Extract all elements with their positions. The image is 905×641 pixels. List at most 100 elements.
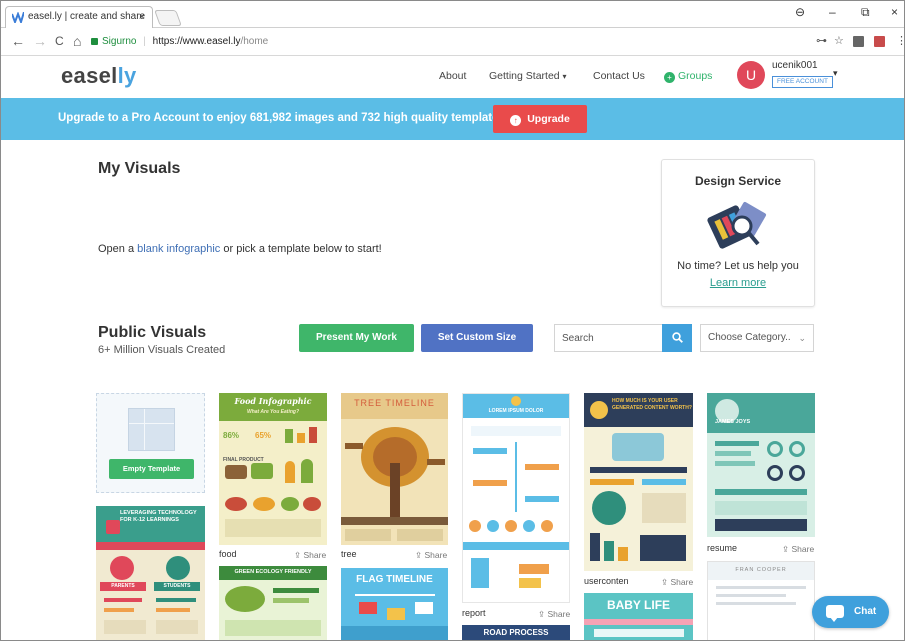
thumb-text-block [397, 529, 443, 541]
empty-template-grid-icon [128, 408, 175, 451]
restore-button[interactable]: ⧉ [861, 5, 870, 20]
forward-icon[interactable]: → [33, 33, 47, 49]
thumb-bar [716, 594, 786, 597]
thumb-bar [715, 441, 759, 446]
template-thumb-report[interactable]: LOREM IPSUM DOLOR [462, 393, 570, 603]
template-thumb-cv[interactable]: FRAN COOPER [707, 561, 815, 640]
tab-close-icon[interactable]: × [139, 7, 145, 27]
share-icon: ⇪ [538, 609, 546, 619]
template-thumb-baby-life[interactable]: BABY LIFE [584, 593, 693, 640]
home-icon[interactable]: ⌂ [73, 33, 81, 49]
username[interactable]: ucenik001 [772, 60, 818, 71]
nav-contact[interactable]: Contact Us [593, 70, 645, 82]
close-window-button[interactable]: × [891, 5, 898, 19]
logo-accent: ly [117, 63, 137, 88]
template-thumb-tree[interactable]: TREE TIMELINE [341, 393, 448, 545]
minimize-button[interactable]: – [829, 5, 836, 19]
share-label: Share [424, 550, 448, 560]
search-button[interactable] [662, 324, 692, 352]
lock-icon [91, 38, 98, 45]
browser-tab[interactable]: easel.ly | create and share × [5, 6, 153, 28]
share-link[interactable]: ⇪ Share [415, 550, 447, 561]
template-thumb-green-ecology[interactable]: GREEN ECOLOGY FRIENDLY [219, 566, 327, 640]
url-path: /home [240, 36, 269, 47]
thumb-bar [473, 448, 507, 454]
chat-label: Chat [854, 606, 877, 617]
set-custom-size-button[interactable]: Set Custom Size [421, 324, 533, 352]
reload-icon[interactable]: C [55, 33, 64, 49]
nav-getting-started[interactable]: Getting Started ▾ [489, 70, 567, 82]
learn-more-link[interactable]: Learn more [662, 277, 814, 289]
share-icon: ⇪ [661, 577, 669, 587]
extension-icon[interactable] [853, 36, 864, 47]
avatar[interactable]: U [737, 61, 765, 89]
category-select[interactable]: Choose Category.. ⌄ [700, 324, 814, 352]
thumb-bar [590, 467, 687, 473]
pie-shape [592, 491, 626, 525]
share-label: Share [547, 609, 571, 619]
easelly-logo[interactable]: easelly [61, 63, 137, 89]
thumb-label: STUDENTS [154, 582, 200, 591]
address-bar: ← → C ⌂ Sigurno | https://www.easel.ly/h… [1, 28, 904, 56]
thumb-bar [156, 608, 190, 612]
browser-window: easel.ly | create and share × ⊖ – ⧉ × ← … [0, 0, 905, 641]
thumb-shape [251, 463, 273, 479]
thumb-divider [463, 542, 569, 550]
timeline-line [515, 442, 517, 512]
key-icon[interactable]: ⊶ [816, 34, 827, 47]
template-caption: report [462, 608, 486, 618]
blank-infographic-link[interactable]: blank infographic [137, 243, 220, 255]
account-badge: FREE ACCOUNT [772, 76, 833, 88]
url-field[interactable]: Sigurno | https://www.easel.ly/home [91, 32, 836, 52]
template-caption: tree [341, 549, 357, 559]
template-thumb-flag-timeline[interactable]: FLAG TIMELINE [341, 568, 448, 640]
tab-strip: easel.ly | create and share × ⊖ – ⧉ × [1, 1, 904, 28]
nav-about[interactable]: About [439, 70, 466, 82]
template-thumb-resume[interactable]: JAMES JOYS [707, 393, 815, 537]
my-visuals-title: My Visuals [98, 160, 181, 177]
share-link[interactable]: ⇪ Share [661, 577, 693, 588]
share-link[interactable]: ⇪ Share [782, 544, 814, 555]
tree-trunk-shape [390, 463, 400, 517]
user-menu-chevron-icon[interactable]: ▾ [833, 68, 838, 79]
select-chevron-icon: ⌄ [798, 333, 806, 343]
empty-template-button[interactable]: Empty Template [109, 459, 194, 479]
thumb-text-block [715, 501, 807, 515]
parents-icon [110, 556, 134, 580]
empty-template-card[interactable]: Empty Template [96, 393, 205, 493]
thumb-text-block [640, 535, 686, 561]
account-icon[interactable]: ⊖ [795, 5, 805, 19]
bookmark-star-icon[interactable]: ☆ [834, 34, 844, 47]
thumb-title: HOW MUCH IS YOUR USER GENERATED CONTENT … [612, 398, 692, 411]
thumb-title: TREE TIMELINE [354, 398, 435, 408]
share-icon: ⇪ [294, 550, 302, 560]
thumb-bar [525, 464, 559, 470]
megaphone-icon [106, 520, 120, 534]
chat-button[interactable]: Chat [812, 596, 889, 628]
present-my-work-button[interactable]: Present My Work [299, 324, 414, 352]
search-input[interactable] [554, 324, 662, 352]
nav-groups[interactable]: + Groups [664, 70, 712, 83]
thumb-title: GREEN ECOLOGY FRIENDLY [234, 569, 312, 575]
upgrade-button[interactable]: ↑ Upgrade [493, 105, 587, 133]
thumb-circle [487, 520, 499, 532]
thumb-title: FRAN COOPER [735, 567, 787, 573]
template-thumb-road-process[interactable]: ROAD PROCESS [462, 625, 570, 640]
design-service-card: Design Service No time? Let us help you … [661, 159, 815, 307]
template-thumb-user-content[interactable]: HOW MUCH IS YOUR USER GENERATED CONTENT … [584, 393, 693, 571]
intro-text: Open a blank infographic or pick a templ… [98, 243, 382, 255]
back-icon[interactable]: ← [11, 33, 25, 49]
thumb-bar [618, 547, 628, 561]
new-tab-button[interactable] [154, 10, 182, 26]
share-link[interactable]: ⇪ Share [294, 550, 326, 561]
template-thumb-technology[interactable]: LEVERAGING TECHNOLOGY FOR K-12 LEARNINGS… [96, 506, 205, 640]
ground-shape [341, 517, 448, 525]
share-link[interactable]: ⇪ Share [538, 609, 570, 620]
upgrade-button-label: Upgrade [527, 113, 570, 125]
thumb-circle [469, 520, 481, 532]
thumb-text-block [642, 493, 686, 523]
template-thumb-food[interactable]: Food Infographic What Are You Eating? 86… [219, 393, 327, 545]
pdf-extension-icon[interactable] [874, 36, 885, 47]
browser-menu-icon[interactable]: ⋮ [896, 34, 904, 47]
thumb-bar [285, 429, 293, 443]
